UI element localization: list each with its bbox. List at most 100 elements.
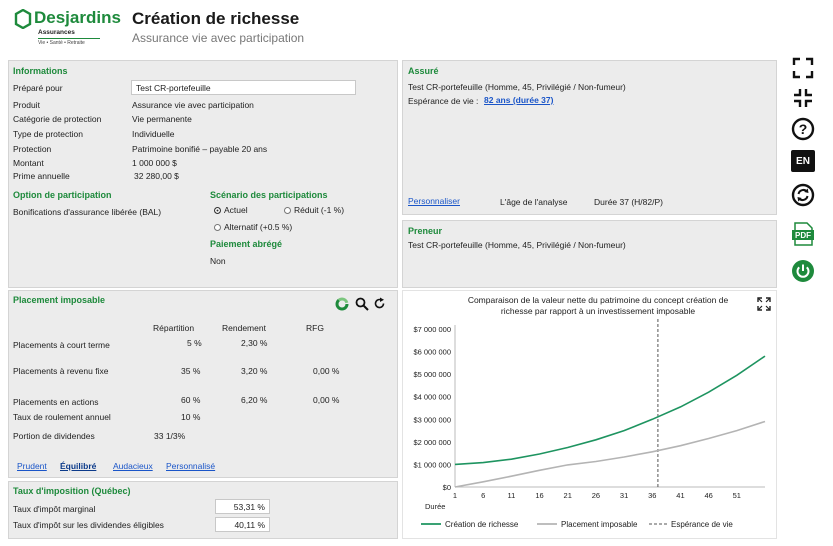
prepared-input[interactable]: Test CR-portefeuille	[131, 80, 356, 95]
row-rep-court: 5 %	[187, 338, 202, 348]
x-tick-label: 46	[704, 491, 712, 500]
scenario-radio-actuel[interactable]: Actuel	[214, 205, 248, 215]
x-tick-label: 31	[620, 491, 628, 500]
search-icon[interactable]	[355, 297, 369, 311]
dividendes-tax-input[interactable]: 40,11 %	[215, 517, 270, 532]
y-tick-label: $2 000 000	[413, 438, 451, 447]
legend-label: Création de richesse	[445, 520, 519, 529]
exit-fullscreen-icon	[794, 89, 812, 107]
informations-title: Informations	[13, 66, 68, 76]
scenario-label-alternatif: Alternatif (+0.5 %)	[224, 222, 293, 232]
row-rfg-fixe: 0,00 %	[313, 366, 340, 376]
help-button[interactable]: ?	[789, 115, 817, 143]
esperance-link[interactable]: 82 ans (durée 37)	[484, 95, 553, 105]
x-tick-label: 1	[453, 491, 457, 500]
power-icon	[792, 260, 814, 282]
paiement-title: Paiement abrégé	[210, 239, 283, 249]
brand-sub: Assurances	[38, 29, 75, 36]
x-tick-label: 21	[564, 491, 572, 500]
radio-icon	[284, 207, 291, 214]
x-tick-label: 41	[676, 491, 684, 500]
assure-line: Test CR-portefeuille (Homme, 45, Privilé…	[408, 82, 626, 92]
y-tick-label: $4 000 000	[413, 393, 451, 402]
row-rfg-actions: 0,00 %	[313, 395, 340, 405]
info-label-premium: Prime annuelle	[13, 171, 70, 181]
info-value-premium: 32 280,00 $	[134, 171, 179, 181]
info-label-category: Catégorie de protection	[13, 114, 102, 124]
x-tick-label: 11	[507, 491, 515, 500]
marginal-input[interactable]: 53,31 %	[215, 499, 270, 514]
personnaliser-link[interactable]: Personnaliser	[408, 196, 460, 206]
info-value-amount: 1 000 000 $	[132, 158, 177, 168]
y-tick-label: $5 000 000	[413, 370, 451, 379]
row-rep-fixe: 35 %	[181, 366, 201, 376]
header-rendement: Rendement	[222, 323, 266, 333]
row-label-fixe: Placements à revenu fixe	[13, 366, 109, 376]
reset-icon[interactable]	[373, 297, 386, 310]
power-button[interactable]	[789, 257, 817, 285]
dividendes-value: 33 1/3%	[154, 431, 186, 441]
scenario-label-reduit: Réduit (-1 %)	[294, 205, 345, 215]
info-label-product: Produit	[13, 100, 40, 110]
x-tick-label: 36	[648, 491, 656, 500]
donut-chart-icon[interactable]	[335, 297, 349, 311]
row-label-court: Placements à court terme	[13, 340, 110, 350]
preneur-line: Test CR-portefeuille (Homme, 45, Privilé…	[408, 240, 626, 250]
x-tick-label: 51	[733, 491, 741, 500]
chart-panel: Comparaison de la valeur nette du patrim…	[402, 290, 777, 539]
profile-prudent[interactable]: Prudent	[17, 461, 47, 471]
language-button[interactable]: EN	[789, 147, 817, 175]
preneur-title: Preneur	[408, 226, 443, 236]
header-rfg: RFG	[306, 323, 324, 333]
wealth-line-chart: $0 $1 000 000 $2 000 000 $3 000 000 $4 000 0…	[413, 319, 766, 529]
row-label-actions: Placements en actions	[13, 397, 99, 407]
fullscreen-icon	[792, 57, 814, 79]
informations-panel: Informations Préparé pour Test CR-portef…	[8, 60, 398, 288]
desjardins-logo-icon	[14, 9, 32, 29]
radio-selected-icon	[214, 207, 221, 214]
logo[interactable]: Desjardins Assurances Vie • Santé • Retr…	[14, 8, 121, 48]
scenario-label-actuel: Actuel	[224, 205, 248, 215]
x-tick-label: 16	[535, 491, 543, 500]
info-label-protection: Protection	[13, 144, 52, 154]
brand-divider	[38, 38, 100, 39]
dividendes-tax-label: Taux d'impôt sur les dividendes éligible…	[13, 520, 164, 530]
radio-icon	[214, 224, 221, 231]
placement-panel: Placement imposable Répartition Rendemen…	[8, 290, 398, 478]
series-line-placement-imposable	[454, 420, 766, 488]
refresh-icon	[791, 183, 815, 207]
scenario-radio-alternatif[interactable]: Alternatif (+0.5 %)	[214, 222, 292, 232]
y-tick-label: $0	[443, 483, 451, 492]
exit-fullscreen-button[interactable]	[789, 84, 817, 112]
info-label-type: Type de protection	[13, 129, 83, 139]
paiement-value: Non	[210, 256, 226, 266]
scenario-title: Scénario des participations	[210, 190, 328, 200]
esperance-label: Espérance de vie :	[408, 96, 479, 106]
y-tick-label: $7 000 000	[413, 325, 451, 334]
fullscreen-button[interactable]	[789, 54, 817, 82]
help-icon: ?	[791, 117, 815, 141]
pdf-button[interactable]: PDF	[789, 220, 817, 248]
row-rend-court: 2,30 %	[241, 338, 268, 348]
info-value-product: Assurance vie avec participation	[132, 100, 254, 110]
profile-equilibre[interactable]: Équilibré	[60, 461, 96, 471]
dividendes-label: Portion de dividendes	[13, 431, 95, 441]
assure-panel: Assuré Test CR-portefeuille (Homme, 45, …	[402, 60, 777, 215]
scenario-radio-reduit[interactable]: Réduit (-1 %)	[284, 205, 344, 215]
brand-name: Desjardins	[34, 8, 121, 27]
placement-title: Placement imposable	[13, 295, 106, 305]
language-icon: EN	[791, 150, 815, 172]
row-rend-actions: 6,20 %	[241, 395, 268, 405]
age-label: L'âge de l'analyse	[500, 197, 568, 207]
refresh-button[interactable]	[789, 181, 817, 209]
legend-label: Espérance de vie	[671, 520, 733, 529]
profile-personnalise[interactable]: Personnalisé	[166, 461, 215, 471]
prepared-label: Préparé pour	[13, 83, 63, 93]
x-axis-label: Durée	[425, 502, 445, 511]
duree-value: Durée 37 (H/82/P)	[594, 197, 663, 207]
taux-title: Taux d'imposition (Québec)	[13, 486, 131, 496]
roulement-value: 10 %	[181, 412, 201, 422]
profile-audacieux[interactable]: Audacieux	[113, 461, 153, 471]
preneur-panel: Preneur Test CR-portefeuille (Homme, 45,…	[402, 220, 777, 288]
y-tick-label: $6 000 000	[413, 348, 451, 357]
